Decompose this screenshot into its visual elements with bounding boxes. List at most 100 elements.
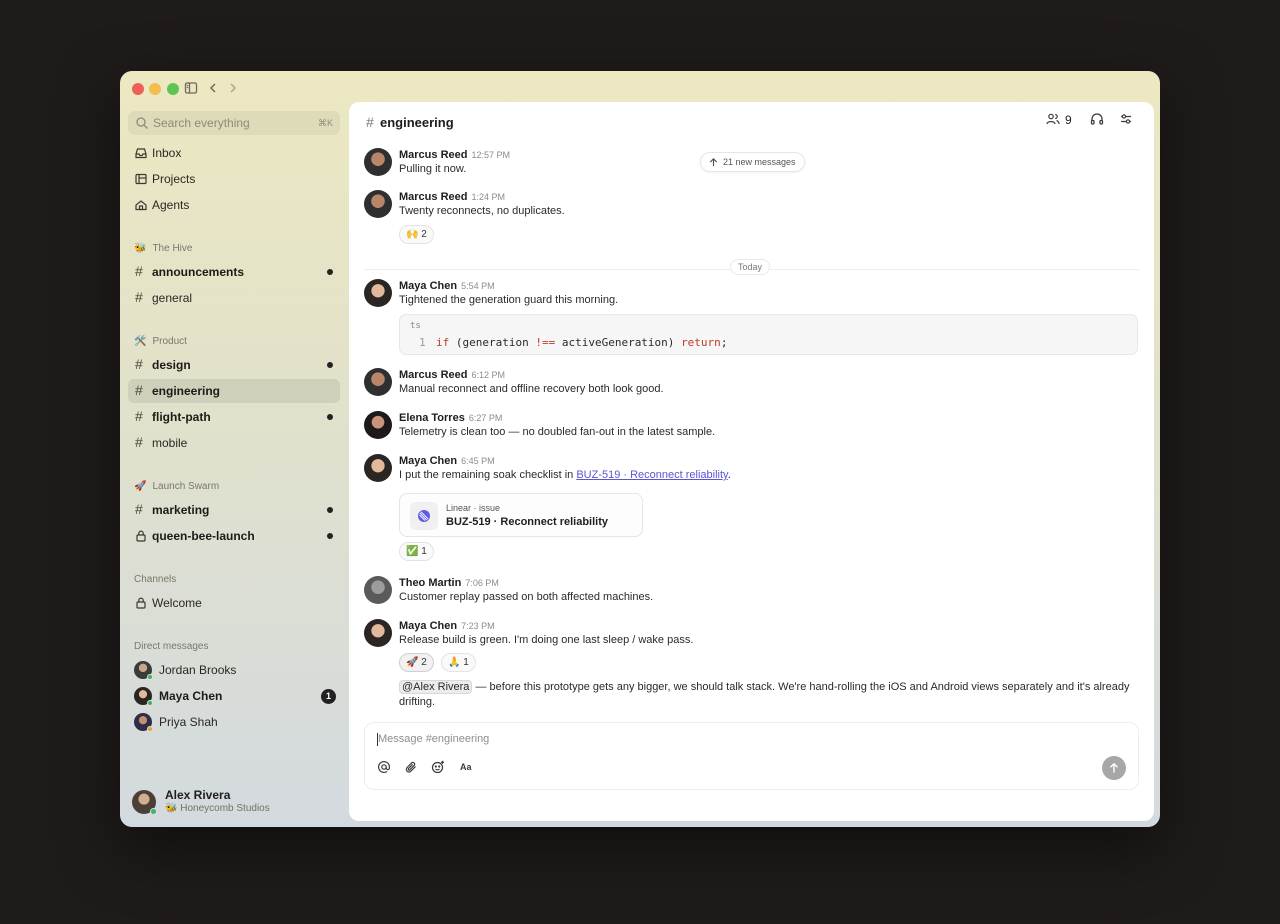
send-button[interactable]	[1102, 756, 1126, 780]
code-text: (generation	[449, 336, 536, 349]
lock-icon	[134, 596, 148, 610]
avatar	[134, 687, 153, 706]
message-author[interactable]: Elena Torres 6:27 PM	[399, 412, 502, 424]
channel-header: # engineering 9	[349, 102, 1154, 142]
lock-icon	[134, 529, 148, 543]
section-header-the-hive[interactable]: 🐝 The Hive	[134, 243, 192, 254]
channel-item-engineering[interactable]: # engineering	[128, 379, 340, 403]
attach-button[interactable]	[404, 760, 418, 774]
channel-settings-button[interactable]	[1119, 112, 1133, 134]
message-time: 1:24 PM	[471, 192, 506, 202]
status-indicator	[150, 808, 157, 815]
channel-label: general	[152, 291, 193, 305]
message-author[interactable]: Maya Chen 5:54 PM	[399, 280, 495, 292]
message-author[interactable]: Marcus Reed 12:57 PM	[399, 149, 510, 161]
channel-item-announcements[interactable]: # announcements	[128, 260, 340, 284]
reaction-emoji: ✅	[406, 546, 419, 557]
dm-label: Jordan Brooks	[159, 663, 237, 677]
reaction-rocket[interactable]: 🚀 2	[399, 653, 434, 672]
search-input[interactable]: Search everything ⌘K	[128, 111, 340, 135]
nav-item-agents[interactable]: Agents	[128, 193, 340, 217]
channel-label: mobile	[152, 436, 188, 450]
channel-item-general[interactable]: # general	[128, 286, 340, 310]
section-header-product[interactable]: 🛠️ Product	[134, 336, 187, 347]
section-title: Launch Swarm	[152, 481, 220, 492]
reaction-check-mark[interactable]: ✅ 1	[399, 542, 434, 561]
channel-item-marketing[interactable]: # marketing	[128, 498, 340, 522]
channel-item-mobile[interactable]: # mobile	[128, 431, 340, 455]
channel-item-welcome[interactable]: Welcome	[128, 591, 340, 615]
message-author[interactable]: Marcus Reed 6:12 PM	[399, 369, 505, 381]
section-header-launch-swarm[interactable]: 🚀 Launch Swarm	[134, 481, 219, 492]
dm-item-maya-chen[interactable]: Maya Chen 1	[128, 684, 340, 708]
avatar[interactable]	[364, 279, 392, 307]
sidebar-toggle-icon[interactable]	[183, 80, 199, 96]
title-bar	[120, 71, 350, 105]
nav-item-inbox[interactable]: Inbox	[128, 141, 340, 165]
close-window-button[interactable]	[132, 83, 144, 95]
day-divider-label: Today	[730, 259, 771, 275]
sidebar: Search everything ⌘K Inbox Projects Agen…	[120, 105, 349, 827]
linear-issue-card[interactable]: Linear · issue BUZ-519 · Reconnect relia…	[399, 493, 643, 537]
author-name: Marcus Reed	[399, 369, 468, 381]
back-chevron-icon[interactable]	[205, 80, 221, 96]
message-text: I put the remaining soak checklist in BU…	[399, 469, 731, 481]
paperclip-icon	[405, 761, 416, 773]
message-author[interactable]: Maya Chen 7:23 PM	[399, 620, 495, 632]
section-title: The Hive	[152, 243, 193, 254]
user-name: Alex Rivera	[165, 788, 231, 802]
reaction-folded-hands[interactable]: 🙏 1	[441, 653, 476, 672]
nav-label: Inbox	[152, 146, 182, 160]
avatar[interactable]	[364, 576, 392, 604]
hash-icon: #	[135, 263, 143, 279]
issue-link[interactable]: BUZ-519 · Reconnect reliability	[576, 469, 727, 481]
composer-placeholder: Message #engineering	[378, 733, 490, 745]
channel-label: queen-bee-launch	[152, 529, 255, 543]
message-author[interactable]: Theo Martin 7:06 PM	[399, 577, 499, 589]
message-author[interactable]: Marcus Reed 1:24 PM	[399, 191, 505, 203]
format-text-button[interactable]: Aa	[460, 762, 474, 776]
nav-item-projects[interactable]: Projects	[128, 167, 340, 191]
minimize-window-button[interactable]	[149, 83, 161, 95]
message-text-part: I put the remaining soak checklist in	[399, 469, 577, 481]
zoom-window-button[interactable]	[167, 83, 179, 95]
message-text-part: .	[727, 469, 731, 481]
mention-button[interactable]	[377, 760, 391, 774]
avatar[interactable]	[364, 454, 392, 482]
reaction-count: 1	[463, 657, 469, 668]
channel-item-design[interactable]: # design	[128, 353, 340, 377]
code-operator: !==	[535, 336, 556, 349]
new-messages-pill[interactable]: 21 new messages	[700, 152, 805, 172]
members-button[interactable]: 9	[1046, 112, 1072, 134]
channel-item-flight-path[interactable]: # flight-path	[128, 405, 340, 429]
message-author[interactable]: Maya Chen 6:45 PM	[399, 455, 495, 467]
status-indicator	[147, 726, 153, 732]
dm-item-jordan-brooks[interactable]: Jordan Brooks	[128, 658, 340, 682]
hash-icon: #	[135, 356, 143, 372]
avatar[interactable]	[364, 368, 392, 396]
author-name: Marcus Reed	[399, 149, 468, 161]
forward-chevron-icon[interactable]	[225, 80, 241, 96]
avatar[interactable]	[364, 411, 392, 439]
avatar	[132, 790, 157, 815]
avatar[interactable]	[364, 190, 392, 218]
channel-label: design	[152, 358, 191, 372]
channel-view: # engineering 9 21 new messages Marcus R…	[349, 102, 1154, 821]
current-user-profile[interactable]: Alex Rivera 🐝 Honeycomb Studios	[132, 788, 342, 818]
message-composer[interactable]: Message #engineering Aa	[364, 722, 1139, 790]
linear-logo-icon	[410, 502, 438, 530]
user-mention[interactable]: @Alex Rivera	[399, 680, 473, 694]
reaction-raised-hands[interactable]: 🙌 2	[399, 225, 434, 244]
channel-item-queen-bee-launch[interactable]: queen-bee-launch	[128, 524, 340, 548]
author-name: Maya Chen	[399, 455, 458, 467]
section-header-channels[interactable]: Channels	[134, 574, 176, 585]
member-count: 9	[1065, 113, 1072, 127]
dm-item-priya-shah[interactable]: Priya Shah	[128, 710, 340, 734]
avatar[interactable]	[364, 619, 392, 647]
status-indicator	[147, 674, 153, 680]
huddle-button[interactable]	[1090, 112, 1104, 134]
avatar[interactable]	[364, 148, 392, 176]
section-header-direct-messages[interactable]: Direct messages	[134, 641, 208, 652]
author-name: Theo Martin	[399, 577, 462, 589]
emoji-button[interactable]	[431, 760, 445, 774]
